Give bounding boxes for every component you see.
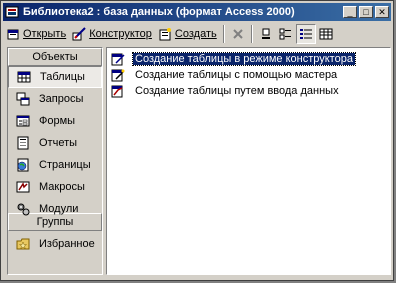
object-label: Формы	[39, 115, 76, 127]
open-button[interactable]: Открыть	[3, 24, 69, 44]
details-view-icon	[319, 28, 333, 40]
design-shortcut-icon	[111, 53, 125, 66]
object-label: Запросы	[39, 93, 84, 105]
design-icon	[72, 27, 86, 41]
list-item-label: Создание таблицы с помощью мастера	[135, 69, 338, 81]
group-favorites[interactable]: Избранное	[8, 233, 102, 255]
objects-list: Таблицы Запросы Формы Отчеты Страницы Ма…	[8, 66, 102, 216]
list-item-label: Создание таблицы в режиме конструктора	[132, 52, 356, 66]
object-label: Отчеты	[39, 137, 78, 149]
object-forms[interactable]: Формы	[8, 110, 102, 132]
small-icons-button[interactable]	[276, 24, 296, 44]
title-bar[interactable]: Библиотека2 : база данных (формат Access…	[3, 3, 391, 21]
objects-header[interactable]: Объекты	[8, 48, 102, 66]
list-view-icon	[299, 29, 312, 39]
object-label: Страницы	[39, 159, 91, 171]
toolbar-separator	[250, 25, 253, 43]
open-label: Открыть	[23, 28, 67, 40]
object-queries[interactable]: Запросы	[8, 88, 102, 110]
list-item-label: Создание таблицы путем ввода данных	[135, 85, 339, 97]
maximize-button[interactable]: □	[359, 6, 373, 18]
create-icon	[159, 28, 171, 41]
create-button[interactable]: Создать	[155, 24, 220, 44]
create-label: Создать	[174, 28, 217, 40]
wizard-shortcut-icon	[111, 69, 125, 82]
delete-icon	[233, 29, 243, 39]
table-icon	[17, 71, 31, 83]
database-icon	[5, 6, 19, 18]
minimize-button[interactable]: _	[343, 6, 357, 18]
object-label: Модули	[39, 203, 79, 215]
list-view-button[interactable]	[295, 24, 316, 44]
object-label: Макросы	[39, 181, 85, 193]
close-button[interactable]: ✕	[375, 6, 389, 18]
page-icon	[17, 158, 29, 172]
object-tables[interactable]: Таблицы	[8, 66, 102, 88]
list-item[interactable]: Создание таблицы с помощью мастера	[107, 67, 390, 83]
datasheet-shortcut-icon	[111, 85, 123, 98]
toolbar: Открыть Конструктор Создать	[3, 22, 391, 46]
details-view-button[interactable]	[316, 24, 336, 44]
small-icons-icon	[279, 28, 291, 40]
object-bar: Объекты Таблицы Запросы Формы Отчеты Стр…	[7, 47, 103, 275]
object-label: Таблицы	[40, 71, 85, 83]
list-item[interactable]: Создание таблицы путем ввода данных	[107, 83, 390, 99]
design-label: Конструктор	[89, 28, 152, 40]
favorites-icon	[16, 238, 30, 250]
object-pages[interactable]: Страницы	[8, 154, 102, 176]
group-label: Избранное	[39, 238, 95, 250]
object-macros[interactable]: Макросы	[8, 176, 102, 198]
delete-button[interactable]	[228, 24, 248, 44]
toolbar-separator	[222, 25, 225, 43]
database-window: Библиотека2 : база данных (формат Access…	[0, 0, 394, 281]
large-icons-icon	[261, 28, 270, 39]
window-title: Библиотека2 : база данных (формат Access…	[23, 6, 295, 18]
object-list: Создание таблицы в режиме конструктора С…	[106, 47, 391, 275]
report-icon	[17, 136, 29, 150]
large-icons-button[interactable]	[256, 24, 276, 44]
query-icon	[16, 92, 30, 106]
form-icon	[16, 115, 30, 127]
open-icon	[7, 29, 19, 40]
list-item[interactable]: Создание таблицы в режиме конструктора	[107, 51, 390, 67]
design-button[interactable]: Конструктор	[69, 24, 155, 44]
module-icon	[17, 203, 30, 216]
macro-icon	[16, 181, 30, 193]
object-reports[interactable]: Отчеты	[8, 132, 102, 154]
